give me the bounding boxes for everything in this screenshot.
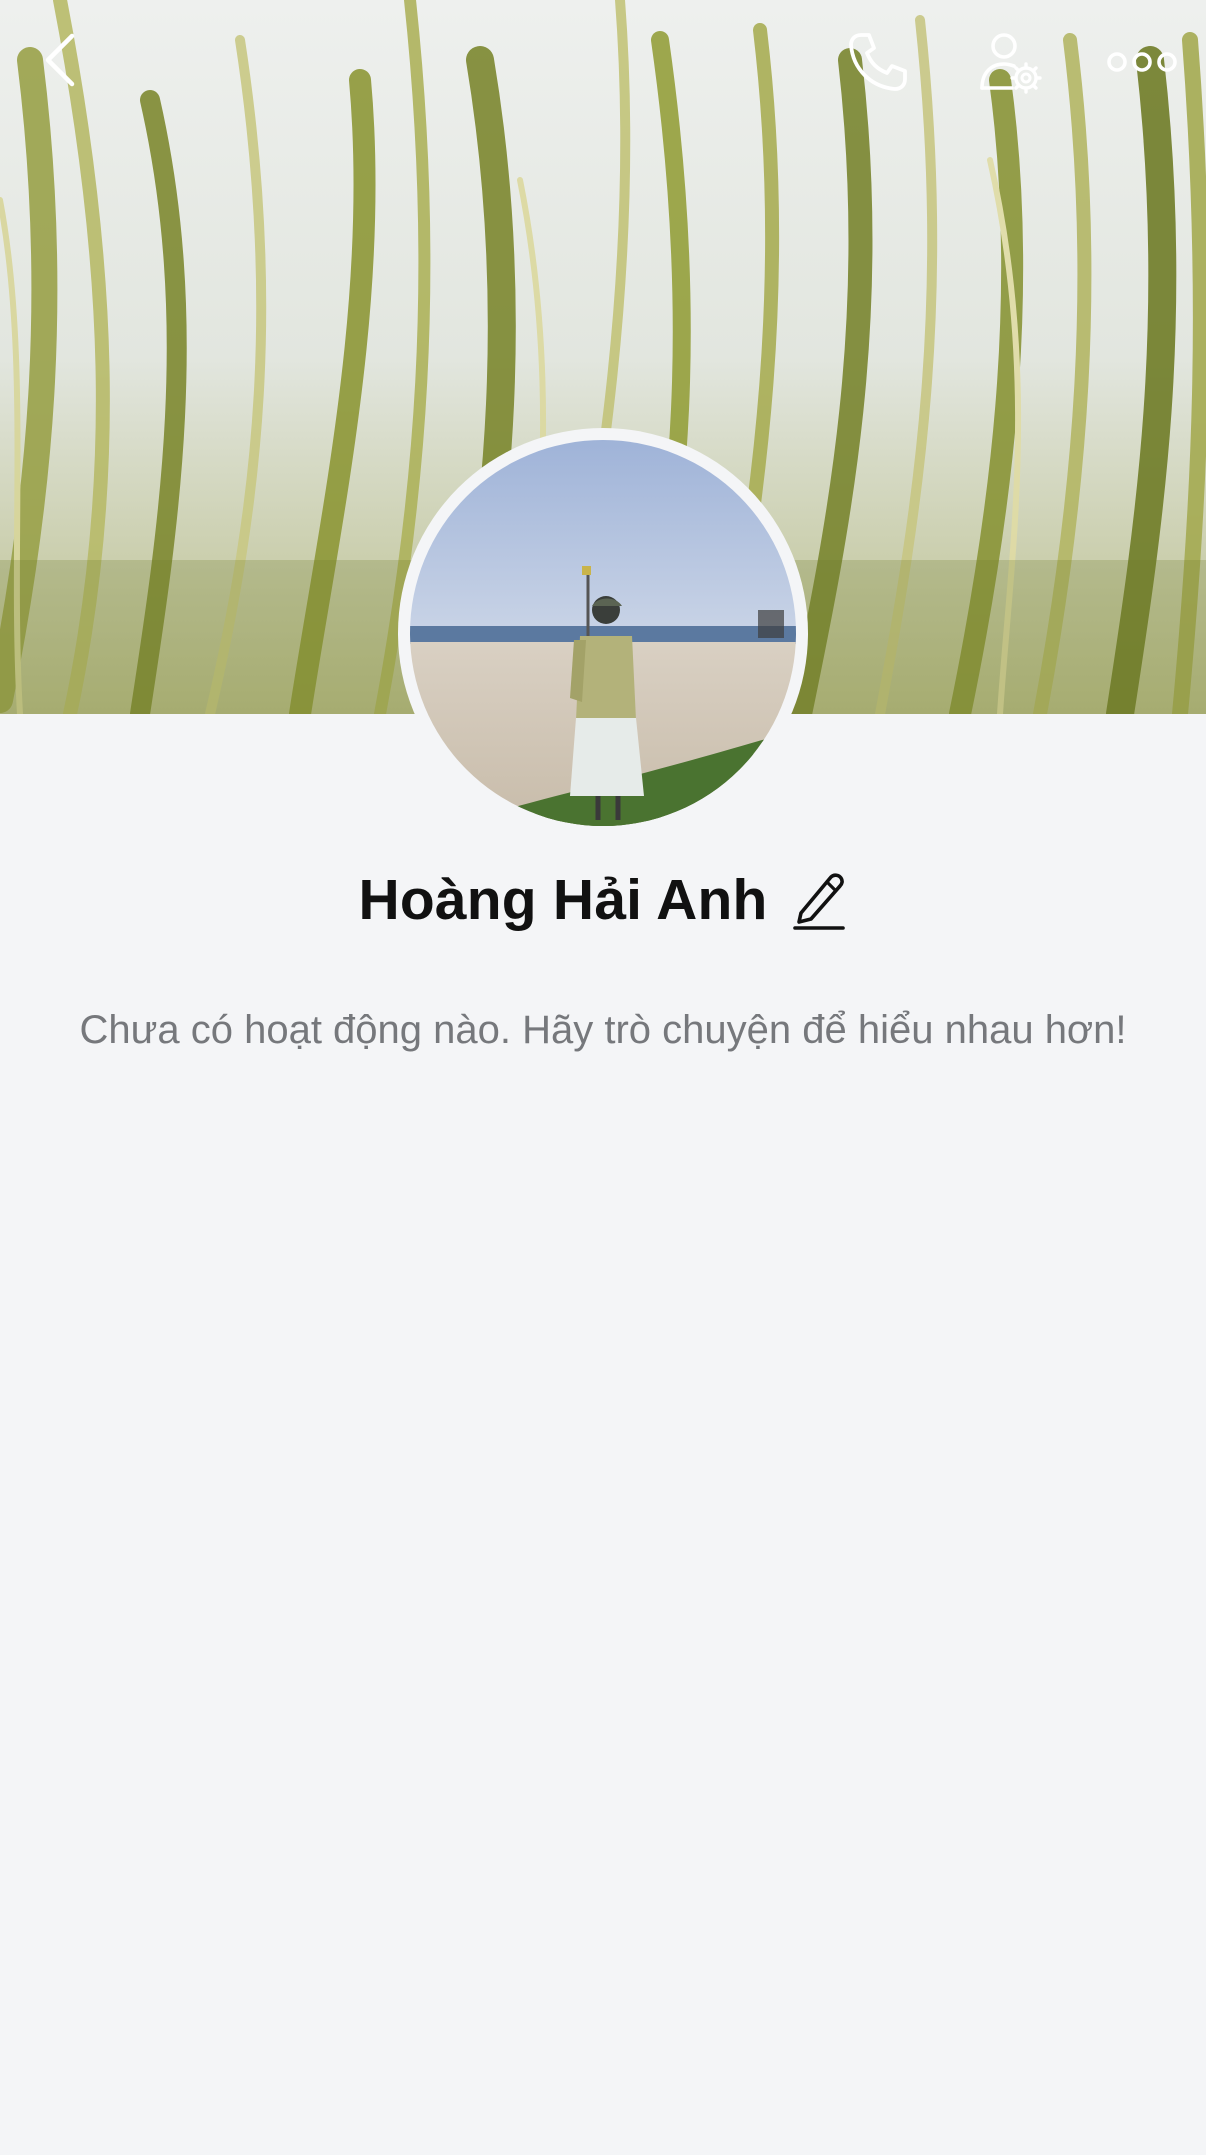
empty-activity-message: Chưa có hoạt động nào. Hãy trò chuyện để… [79,1008,1127,1052]
back-button[interactable] [30,22,90,98]
avatar-beach-image [410,440,796,826]
profile-name-row: Hoàng Hải Anh [0,860,1206,940]
profile-name: Hoàng Hải Anh [358,868,768,932]
phone-icon [849,33,907,91]
call-button[interactable] [838,24,918,100]
chevron-left-icon [45,33,75,87]
edit-name-button[interactable] [791,865,847,935]
user-gear-icon [980,33,1042,94]
user-settings-button[interactable] [970,24,1050,100]
more-options-button[interactable] [1100,24,1184,100]
avatar[interactable] [410,440,796,826]
top-bar [0,0,1206,120]
pencil-icon [793,873,846,930]
more-dots-icon [1107,52,1177,72]
